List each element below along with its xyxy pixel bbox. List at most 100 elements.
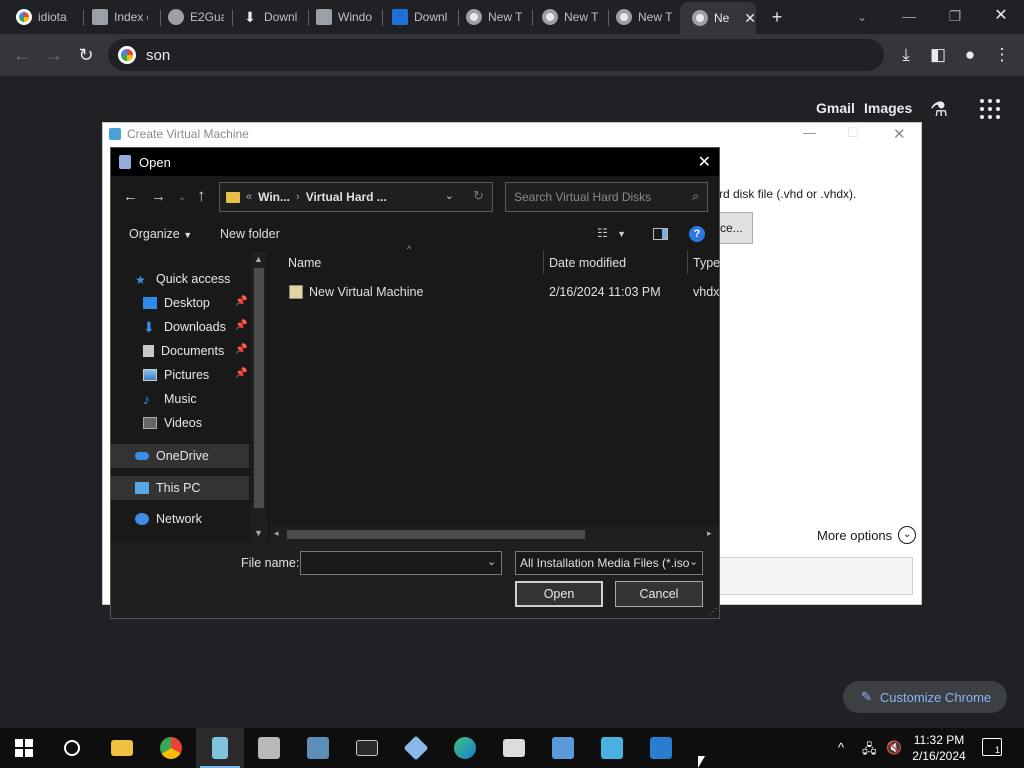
cvm-minimize-button[interactable]: — <box>803 125 816 140</box>
tab-6[interactable]: Downl <box>380 4 456 30</box>
scroll-down-icon[interactable]: ▼ <box>254 528 263 538</box>
resize-grip-icon[interactable]: ⋰ <box>709 607 717 616</box>
breadcrumb-virtual-hard-disks[interactable]: Virtual Hard ... <box>306 190 387 204</box>
customize-chrome-button[interactable]: ✎ Customize Chrome <box>843 681 1007 713</box>
taskbar-app-11[interactable] <box>490 728 538 768</box>
nav-pictures[interactable]: Pictures <box>143 364 209 386</box>
dialog-close-button[interactable]: ✕ <box>698 152 711 172</box>
system-clock[interactable]: 11:32 PM 2/16/2024 <box>904 732 974 764</box>
file-type-filter-select[interactable]: All Installation Media Files (*.iso <box>515 551 703 575</box>
file-row[interactable]: New Virtual Machine 2/16/2024 11:03 PM v… <box>271 282 719 304</box>
nav-videos[interactable]: Videos <box>143 412 202 434</box>
recent-locations-chevron-icon[interactable]: ⌄ <box>178 192 186 203</box>
address-bar[interactable]: son <box>108 39 884 71</box>
chevron-down-icon[interactable]: ⌄ <box>689 555 698 568</box>
help-icon[interactable]: ? <box>689 226 705 242</box>
notification-center-icon[interactable]: 1 <box>982 738 1002 756</box>
close-window-button[interactable]: ✕ <box>978 4 1024 28</box>
labs-flask-icon[interactable]: ⚗ <box>930 97 948 122</box>
column-divider[interactable] <box>687 250 688 274</box>
nav-quick-access[interactable]: ★ Quick access <box>135 268 230 290</box>
taskbar-edge[interactable] <box>441 728 489 768</box>
column-header-type[interactable]: Type <box>693 256 720 270</box>
tab-2[interactable]: Index o <box>80 4 156 30</box>
start-button[interactable] <box>0 728 48 768</box>
column-header-name[interactable]: Name <box>288 256 321 270</box>
forward-arrow-icon[interactable]: → <box>151 188 166 205</box>
nav-network[interactable]: Network <box>135 508 202 530</box>
tab-search-chevron-icon[interactable]: ⌄ <box>850 5 874 29</box>
forward-button[interactable]: → <box>42 43 66 67</box>
new-tab-button[interactable]: + <box>765 5 789 29</box>
refresh-icon[interactable]: ↻ <box>473 188 484 204</box>
open-button[interactable]: Open <box>515 581 603 607</box>
scrollbar-thumb[interactable] <box>287 530 585 539</box>
new-folder-button[interactable]: New folder <box>220 227 280 241</box>
scroll-up-icon[interactable]: ▲ <box>254 254 263 264</box>
side-panel-icon[interactable]: ◧ <box>926 43 950 67</box>
column-divider[interactable] <box>543 250 544 274</box>
taskbar-app-12[interactable] <box>539 728 587 768</box>
volume-muted-icon[interactable]: 🔇 <box>886 740 902 756</box>
tab-9[interactable]: New T <box>604 4 680 30</box>
nav-documents[interactable]: Documents <box>143 340 224 362</box>
cancel-button[interactable]: Cancel <box>615 581 703 607</box>
taskbar-terminal[interactable] <box>343 728 391 768</box>
breadcrumb-windows[interactable]: Win... <box>258 190 290 204</box>
cvm-close-button[interactable]: ✕ <box>893 125 906 143</box>
scrollbar-thumb[interactable] <box>254 268 264 508</box>
create-vm-button[interactable] <box>717 557 913 595</box>
images-link[interactable]: Images <box>864 100 912 116</box>
taskbar-app-14[interactable] <box>637 728 685 768</box>
taskbar-hyperv-dialog[interactable] <box>196 728 244 768</box>
network-tray-icon[interactable]: 🖧 <box>862 740 877 762</box>
restore-button[interactable]: ❐ <box>932 4 978 28</box>
search-button[interactable] <box>48 728 96 768</box>
file-name-input[interactable] <box>300 551 502 575</box>
gmail-link[interactable]: Gmail <box>816 100 855 116</box>
search-input[interactable]: Search Virtual Hard Disks ⌕ <box>505 182 708 212</box>
more-options-toggle[interactable]: More options ⌄ <box>817 526 917 544</box>
nav-music[interactable]: ♪ Music <box>143 388 197 410</box>
tab-3[interactable]: E2Gua <box>156 4 232 30</box>
column-header-date[interactable]: Date modified <box>549 256 626 270</box>
scroll-right-icon[interactable]: ▸ <box>707 528 712 539</box>
file-list-horizontal-scrollbar[interactable]: ◂ ▸ <box>271 526 719 542</box>
nav-desktop[interactable]: Desktop <box>143 292 210 314</box>
nav-pane-scrollbar[interactable]: ▲ ▼ <box>251 252 267 542</box>
organize-button[interactable]: Organize ▼ <box>129 227 192 241</box>
address-breadcrumb[interactable]: « Win... › Virtual Hard ... ⌄ ↻ <box>219 182 493 212</box>
profile-icon[interactable]: ● <box>958 43 982 67</box>
menu-icon[interactable]: ⋮ <box>990 43 1014 67</box>
taskbar-app-13[interactable] <box>588 728 636 768</box>
nav-downloads[interactable]: ⬇ Downloads <box>143 316 226 338</box>
tab-1[interactable]: idiota <box>4 4 78 30</box>
tab-4[interactable]: ⬇ Downl <box>230 4 306 30</box>
nav-this-pc[interactable]: This PC <box>111 476 249 500</box>
taskbar-3d-viewer[interactable] <box>392 728 440 768</box>
close-icon[interactable]: ✕ <box>744 10 756 27</box>
cvm-maximize-button[interactable]: ☐ <box>847 125 859 141</box>
show-hidden-icons-chevron-icon[interactable]: ^ <box>838 740 844 755</box>
back-arrow-icon[interactable]: ← <box>123 188 138 205</box>
reload-button[interactable]: ↻ <box>74 43 98 67</box>
preview-pane-icon[interactable] <box>653 228 668 240</box>
taskbar-app-6[interactable] <box>294 728 342 768</box>
taskbar-file-explorer[interactable] <box>98 728 146 768</box>
chevron-down-icon[interactable]: ⌄ <box>445 189 454 202</box>
taskbar-app-5[interactable] <box>245 728 293 768</box>
tab-10-active[interactable]: Ne ✕ <box>680 2 756 34</box>
taskbar-chrome[interactable] <box>147 728 195 768</box>
nav-onedrive[interactable]: OneDrive <box>111 444 249 468</box>
scroll-left-icon[interactable]: ◂ <box>274 528 279 539</box>
minimize-button[interactable]: — <box>886 4 932 28</box>
up-arrow-icon[interactable]: ↑ <box>197 186 206 206</box>
tab-7[interactable]: New T <box>454 4 530 30</box>
back-button[interactable]: ← <box>10 43 34 67</box>
tab-5[interactable]: Windo <box>304 4 380 30</box>
chevron-down-icon[interactable]: ⌄ <box>487 555 496 568</box>
tab-8[interactable]: New T <box>530 4 606 30</box>
download-icon[interactable]: ⤓ <box>894 43 918 67</box>
apps-grid-icon[interactable] <box>980 99 1000 119</box>
browse-button[interactable]: ce... <box>717 212 753 244</box>
